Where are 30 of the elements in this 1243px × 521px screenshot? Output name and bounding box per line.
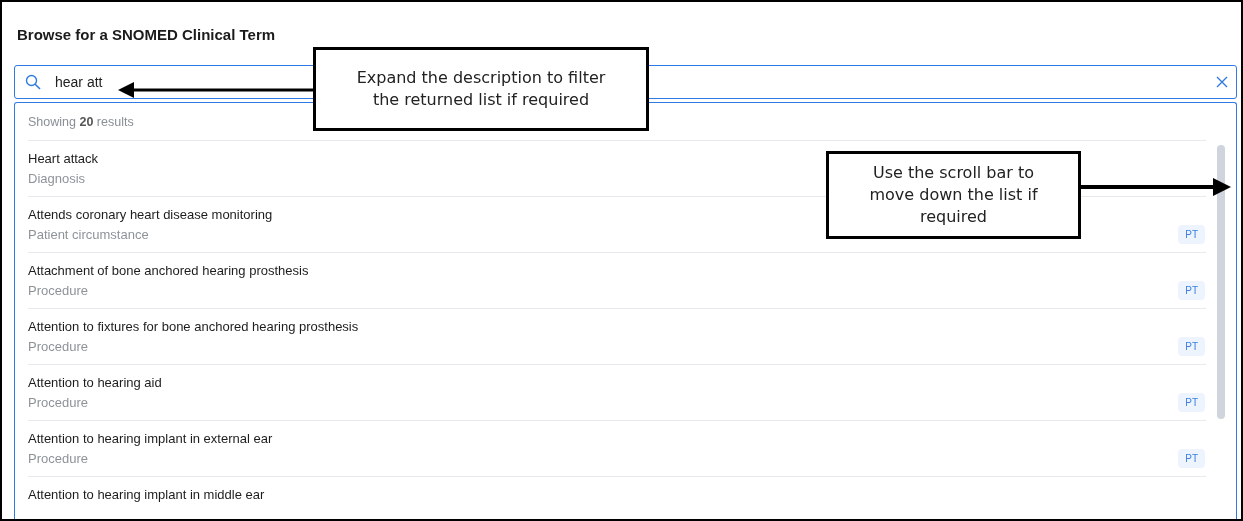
result-item[interactable]: Attachment of bone anchored hearing prosthesis Procedure PT <box>28 252 1206 308</box>
term-category: Procedure <box>28 395 88 410</box>
search-icon <box>25 74 41 90</box>
callout: Expand the description to filter the returned list if required <box>313 47 649 131</box>
scrollbar-thumb[interactable] <box>1217 145 1225 419</box>
term-category: Diagnosis <box>28 171 86 186</box>
result-item[interactable]: Attention to hearing implant in external ear Procedure PT <box>28 420 1206 476</box>
term-category: Patient circumstance <box>28 227 149 242</box>
term-name: Attention to hearing aid <box>28 375 162 390</box>
result-item[interactable]: Attention to fixtures for bone anchored hearing prosthesis Procedure PT <box>28 308 1206 364</box>
term-name: Attention to fixtures for bone anchored hearing prosthesis <box>28 319 359 334</box>
result-item[interactable]: Attention to hearing implant in middle ear <box>28 476 1206 519</box>
term-name: Attachment of bone anchored hearing prosthesis <box>28 263 309 278</box>
term-tag: PT <box>1178 281 1205 300</box>
close-icon[interactable] <box>1216 76 1228 88</box>
callout: Use the scroll bar to move down the list if required <box>826 151 1081 239</box>
term-name: Attention to hearing implant in external ear <box>28 431 273 446</box>
term-tag: PT <box>1178 449 1205 468</box>
term-tag: PT <box>1178 393 1205 412</box>
term-tag: PT <box>1178 225 1205 244</box>
term-name: Attends coronary heart disease monitoring <box>28 207 273 222</box>
term-category: Procedure <box>28 283 88 298</box>
term-category: Procedure <box>28 339 88 354</box>
results-count: Showing 20 results <box>28 114 134 131</box>
term-category: Procedure <box>28 451 88 466</box>
dialog-title: Browse for a SNOMED Clinical Term <box>17 26 276 43</box>
result-item[interactable]: Attention to hearing aid Procedure PT <box>28 364 1206 420</box>
term-tag: PT <box>1178 337 1205 356</box>
term-name: Heart attack <box>28 151 99 166</box>
term-name: Attention to hearing implant in middle ear <box>28 487 265 502</box>
